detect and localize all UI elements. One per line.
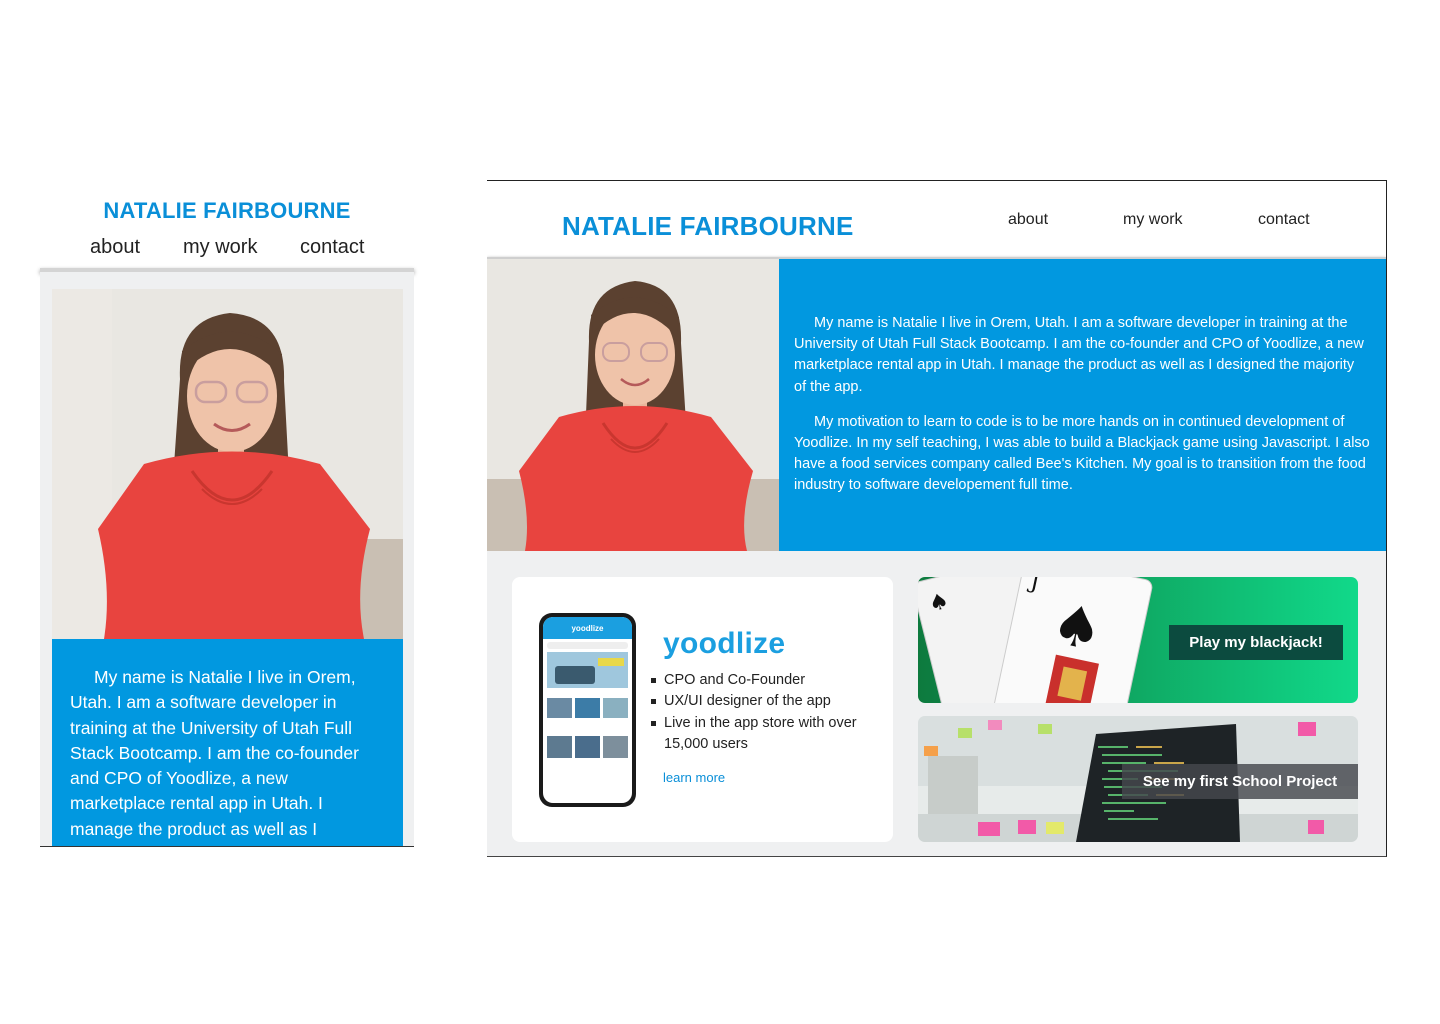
mobile-about-paragraph: My name is Natalie I live in Orem, Utah.… [70, 667, 359, 839]
phone-screen: yoodlize [543, 617, 632, 803]
mobile-preview: NATALIE FAIRBOURNE about my work contact [40, 190, 414, 847]
about-paragraph-1: My name is Natalie I live in Orem, Utah.… [794, 315, 1364, 395]
phone-rentals-row [547, 698, 628, 718]
list-item: CPO and Co-Founder [650, 670, 880, 691]
nav-my-work-link[interactable]: my work [1123, 211, 1183, 229]
nav-contact-link[interactable]: contact [300, 236, 364, 259]
learn-more-link[interactable]: learn more [663, 770, 725, 785]
header: NATALIE FAIRBOURNE about my work contact [487, 181, 1386, 257]
school-project-tile[interactable]: See my first School Project [918, 716, 1358, 842]
site-title: NATALIE FAIRBOURNE [103, 198, 351, 223]
phone-mockup: yoodlize [539, 613, 636, 807]
phone-search-bar [547, 642, 628, 649]
about-paragraph-2: My motivation to learn to code is to be … [794, 413, 1370, 494]
yoodlize-bullet-list: CPO and Co-Founder UX/UI designer of the… [650, 670, 880, 755]
site-title: NATALIE FAIRBOURNE [562, 211, 854, 241]
school-project-button[interactable]: See my first School Project [1122, 764, 1358, 799]
nav-about-link[interactable]: about [90, 236, 140, 259]
nav-about-link[interactable]: about [1008, 211, 1048, 229]
nav-contact-link[interactable]: contact [1258, 211, 1310, 229]
mobile-about-text: My name is Natalie I live in Orem, Utah.… [52, 639, 403, 846]
phone-app-header: yoodlize [543, 617, 632, 639]
list-item: Live in the app store with over 15,000 u… [650, 713, 880, 756]
portrait-photo [52, 289, 403, 639]
about-section: My name is Natalie I live in Orem, Utah.… [487, 259, 1386, 551]
my-work-section: yoodlize yoodlize CPO and Co-Founder UX/… [487, 551, 1386, 856]
yoodlize-logo: yoodlize [663, 627, 786, 660]
yoodlize-card: yoodlize yoodlize CPO and Co-Founder UX/… [512, 577, 893, 842]
desktop-preview: NATALIE FAIRBOURNE about my work contact [487, 180, 1387, 857]
list-item: UX/UI designer of the app [650, 691, 880, 712]
play-blackjack-button[interactable]: Play my blackjack! [1169, 625, 1343, 660]
phone-nearby-row [547, 736, 628, 758]
mobile-content: My name is Natalie I live in Orem, Utah.… [40, 272, 414, 847]
portrait-photo [487, 259, 779, 551]
blackjack-project-tile[interactable]: ♠ J ♠ Play my blackjack! [918, 577, 1358, 703]
nav-my-work-link[interactable]: my work [183, 236, 257, 259]
about-text: My name is Natalie I live in Orem, Utah.… [779, 259, 1386, 551]
phone-banner-image [547, 652, 628, 688]
